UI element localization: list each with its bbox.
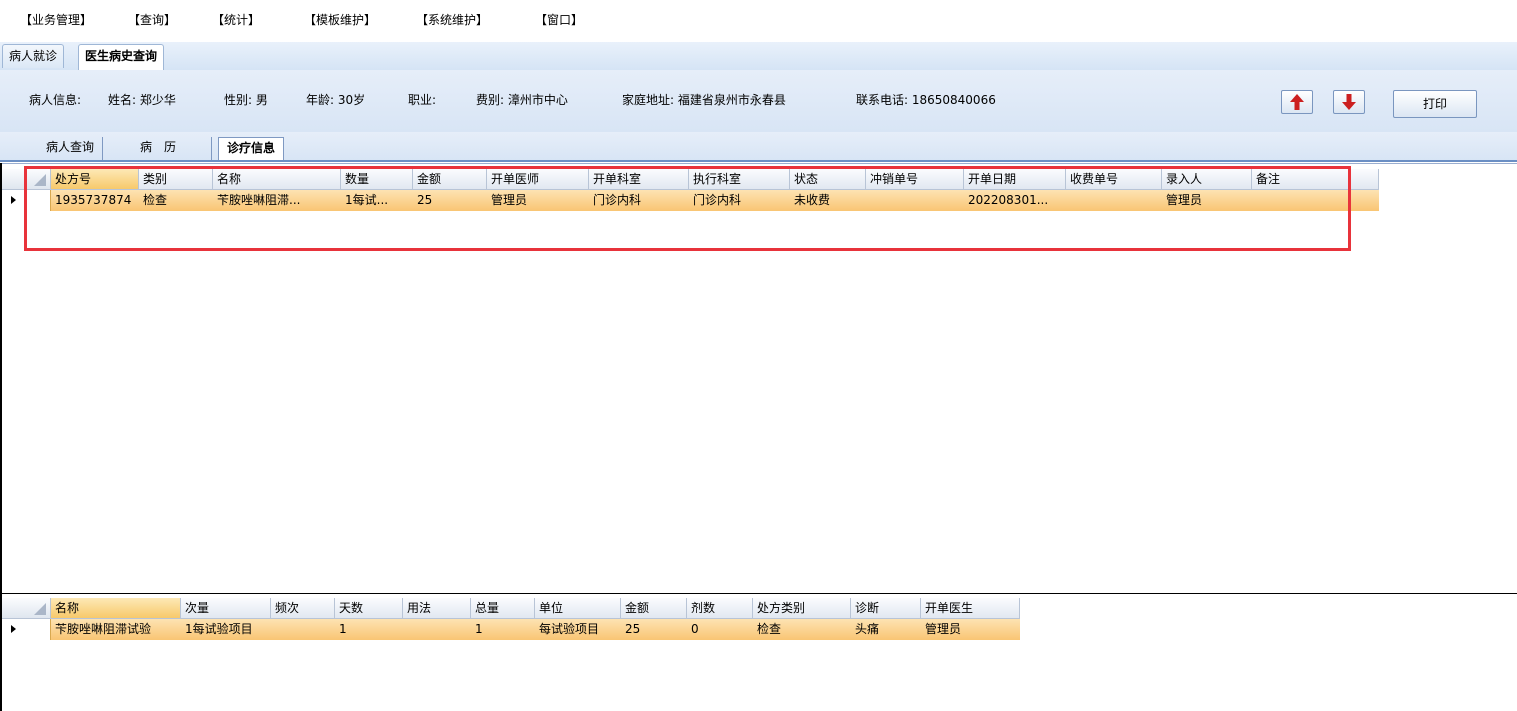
menu-bar: 【业务管理】 【查询】 【统计】 【模板维护】 【系统维护】 【窗口】	[0, 0, 1517, 34]
col-header[interactable]: 剂数	[687, 598, 753, 619]
menu-window[interactable]: 【窗口】	[535, 11, 583, 28]
cell: 1	[475, 622, 483, 636]
table-row[interactable]: 苄胺唑啉阻滞试验 1每试验项目 1 1 每试验项目 25 0 检查 头痛 管理员	[0, 619, 1020, 640]
col-header[interactable]: 开单医师	[487, 169, 589, 190]
cell: 202208301...	[968, 193, 1049, 207]
print-button[interactable]: 打印	[1393, 90, 1477, 118]
cell: 苄胺唑啉阻滞试验	[55, 622, 152, 636]
move-up-button[interactable]	[1281, 90, 1313, 114]
cell	[271, 619, 335, 640]
cell	[403, 619, 471, 640]
arrow-up-icon	[1290, 94, 1304, 110]
col-header[interactable]: 天数	[335, 598, 403, 619]
col-header[interactable]: 频次	[271, 598, 335, 619]
patient-occupation: 职业:	[408, 93, 437, 107]
col-header[interactable]: 处方类别	[753, 598, 851, 619]
col-header[interactable]: 开单科室	[589, 169, 689, 190]
menu-query[interactable]: 【查询】	[128, 11, 176, 28]
cell: 每试验项目	[539, 622, 600, 636]
patient-fee-type: 费别: 漳州市中心	[476, 93, 568, 107]
col-header[interactable]: 执行科室	[689, 169, 790, 190]
cell	[1066, 190, 1162, 211]
col-header[interactable]: 开单日期	[964, 169, 1066, 190]
row-indicator	[0, 190, 51, 211]
col-header[interactable]: 诊断	[851, 598, 921, 619]
col-header[interactable]: 备注	[1252, 169, 1379, 190]
document-tabstrip: 病人就诊 医生病史查询	[0, 42, 1517, 71]
cell: 检查	[757, 622, 782, 636]
sub-tabstrip: 病人查询 病 历 诊疗信息	[0, 132, 1517, 162]
cell: 25	[625, 622, 641, 636]
splitter[interactable]	[0, 593, 1517, 594]
patient-info-panel: 病人信息: 姓名: 郑少华 性别: 男 年龄: 30岁 职业: 费别: 漳州市中…	[0, 70, 1517, 132]
menu-stats[interactable]: 【统计】	[212, 11, 260, 28]
prescription-detail-grid[interactable]: 名称 次量 频次 天数 用法 总量 单位 金额 剂数 处方类别 诊断 开单医生 …	[0, 596, 1517, 711]
cell: 管理员	[925, 622, 962, 636]
grid-left-border	[0, 163, 2, 711]
arrow-down-icon	[1342, 94, 1356, 110]
cell: 1每试验项目	[185, 622, 253, 636]
cell: 1935737874	[55, 193, 132, 207]
cell: 头痛	[855, 622, 880, 636]
prescription-grid[interactable]: 处方号 类别 名称 数量 金额 开单医师 开单科室 执行科室 状态 冲销单号 开…	[0, 163, 1517, 594]
patient-phone: 联系电话: 18650840066	[856, 93, 996, 107]
col-header[interactable]: 类别	[139, 169, 213, 190]
col-header[interactable]: 金额	[621, 598, 687, 619]
cell: 0	[691, 622, 699, 636]
col-header[interactable]: 开单医生	[921, 598, 1020, 619]
patient-sex: 性别: 男	[224, 93, 268, 107]
cell: 25	[417, 193, 433, 207]
menu-business[interactable]: 【业务管理】	[20, 11, 92, 28]
menu-system[interactable]: 【系统维护】	[416, 11, 488, 28]
cell: 管理员	[1166, 193, 1203, 207]
cell: 门诊内科	[693, 193, 742, 207]
menu-template[interactable]: 【模板维护】	[304, 11, 376, 28]
cell: 苄胺唑啉阻滞...	[217, 193, 301, 207]
patient-age: 年龄: 30岁	[306, 93, 366, 107]
cell: 1每试...	[345, 193, 389, 207]
col-header[interactable]: 状态	[790, 169, 866, 190]
tab-patient-query[interactable]: 病人查询	[38, 137, 104, 160]
col-header[interactable]: 数量	[341, 169, 413, 190]
cell: 管理员	[491, 193, 528, 207]
row-pointer-icon	[11, 196, 16, 204]
patient-info-label: 病人信息:	[29, 93, 82, 107]
move-down-button[interactable]	[1333, 90, 1365, 114]
col-header[interactable]: 名称	[213, 169, 341, 190]
col-header[interactable]: 录入人	[1162, 169, 1252, 190]
col-header[interactable]: 金额	[413, 169, 487, 190]
table-row[interactable]: 1935737874 检查 苄胺唑啉阻滞... 1每试... 25 管理员 门诊…	[0, 190, 1379, 211]
cell: 门诊内科	[593, 193, 642, 207]
tab-patient-visit[interactable]: 病人就诊	[2, 44, 65, 68]
col-header[interactable]: 总量	[471, 598, 535, 619]
patient-name: 姓名: 郑少华	[108, 93, 176, 107]
tab-medical-record[interactable]: 病 历	[132, 137, 212, 160]
cell: 1	[339, 622, 347, 636]
cell	[1252, 190, 1379, 211]
col-header[interactable]: 处方号	[51, 169, 139, 190]
col-header[interactable]: 单位	[535, 598, 621, 619]
col-header[interactable]: 冲销单号	[866, 169, 964, 190]
cell: 检查	[143, 193, 168, 207]
col-header[interactable]: 名称	[51, 598, 181, 619]
grid-corner	[0, 598, 51, 619]
patient-address: 家庭地址: 福建省泉州市永春县	[622, 93, 786, 107]
grid-corner	[0, 169, 51, 190]
row-indicator	[0, 619, 51, 640]
col-header[interactable]: 次量	[181, 598, 271, 619]
row-pointer-icon	[11, 625, 16, 633]
col-header[interactable]: 用法	[403, 598, 471, 619]
tab-treatment-info[interactable]: 诊疗信息	[218, 137, 285, 160]
cell: 未收费	[794, 193, 831, 207]
cell	[866, 190, 964, 211]
tab-doctor-history[interactable]: 医生病史查询	[78, 44, 165, 71]
col-header[interactable]: 收费单号	[1066, 169, 1162, 190]
